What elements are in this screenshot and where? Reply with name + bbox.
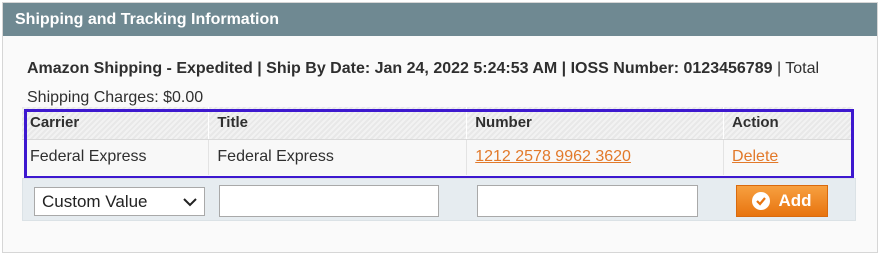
add-button[interactable]: Add [736, 185, 828, 217]
tracking-number-link[interactable]: 1212 2578 9962 3620 [475, 148, 631, 165]
title-cell: Federal Express [208, 139, 468, 175]
summary-separator: | [772, 60, 786, 77]
delete-link[interactable]: Delete [732, 148, 778, 165]
shipping-summary: Amazon Shipping - Expedited | Ship By Da… [27, 54, 827, 112]
title-input[interactable] [219, 185, 439, 217]
panel-body: Amazon Shipping - Expedited | Ship By Da… [3, 36, 877, 112]
action-cell: Delete [723, 139, 854, 175]
carrier-select[interactable]: Custom Value [34, 187, 205, 216]
add-button-label: Add [778, 191, 812, 210]
carrier-select-value: Custom Value [42, 192, 148, 211]
carrier-cell: Federal Express [22, 139, 210, 175]
table-header-row: Carrier Title Number Action [22, 107, 854, 140]
panel-title: Shipping and Tracking Information [3, 3, 877, 36]
check-icon [752, 192, 771, 210]
tracking-table: Carrier Title Number Action Federal Expr… [22, 107, 854, 175]
column-header-title: Title [208, 107, 468, 140]
shipping-method-info: Amazon Shipping - Expedited | Ship By Da… [27, 60, 773, 77]
column-header-number: Number [466, 107, 725, 140]
tracking-number-input[interactable] [477, 185, 698, 217]
chevron-down-icon [183, 198, 197, 207]
tracking-table-container: Carrier Title Number Action Federal Expr… [22, 107, 854, 175]
column-header-carrier: Carrier [22, 107, 210, 140]
table-row: Federal Express Federal Express 1212 257… [22, 139, 854, 175]
column-header-action: Action [723, 107, 854, 140]
add-tracking-row: Custom Value Add [22, 178, 856, 221]
number-cell: 1212 2578 9962 3620 [466, 139, 725, 175]
